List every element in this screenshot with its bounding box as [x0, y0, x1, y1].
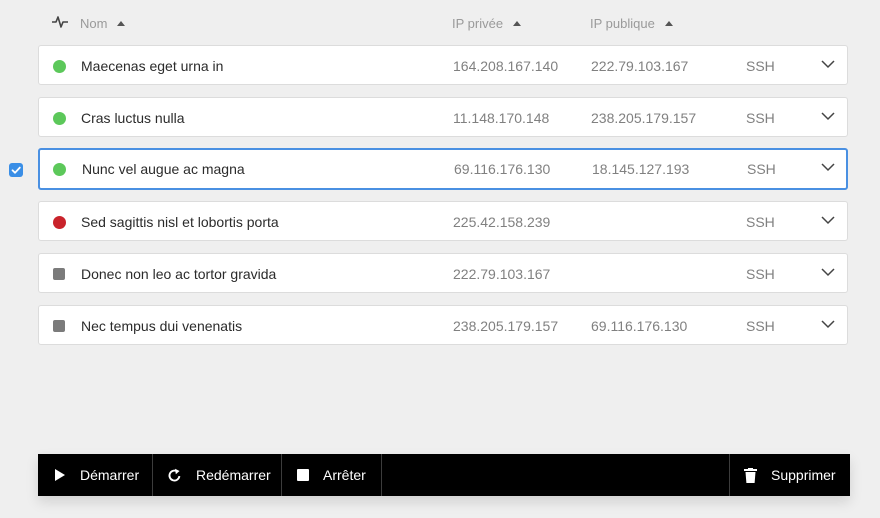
column-header-private-ip-label: IP privée [452, 16, 504, 31]
row-name: Nunc vel augue ac magna [82, 161, 245, 177]
stop-button-label: Arrêter [323, 467, 366, 483]
toolbar-divider [281, 454, 282, 496]
toolbar-divider [381, 454, 382, 496]
column-header-name-label: Nom [80, 16, 108, 31]
chevron-down-icon[interactable] [821, 162, 835, 172]
activity-icon [52, 16, 68, 28]
table-row[interactable]: Donec non leo ac tortor gravida 222.79.1… [38, 253, 848, 293]
column-header-name[interactable]: Nom [80, 16, 126, 31]
row-private-ip: 225.42.158.239 [453, 214, 551, 230]
row-private-ip: 164.208.167.140 [453, 58, 559, 74]
row-name: Maecenas eget urna in [81, 58, 224, 74]
chevron-down-icon[interactable] [821, 319, 835, 329]
row-protocol: SSH [746, 318, 775, 334]
restart-button[interactable]: Redémarrer [167, 454, 271, 496]
chevron-down-icon[interactable] [821, 215, 835, 225]
row-private-ip: 238.205.179.157 [453, 318, 559, 334]
row-private-ip: 11.148.170.148 [453, 110, 550, 126]
sort-arrow-icon [117, 21, 126, 26]
stop-button[interactable]: Arrêter [297, 454, 366, 496]
row-name: Cras luctus nulla [81, 110, 185, 126]
column-header-public-ip[interactable]: IP publique [590, 16, 673, 31]
table-row[interactable]: Sed sagittis nisl et lobortis porta 225.… [38, 201, 848, 241]
table-row[interactable]: Maecenas eget urna in 164.208.167.140 22… [38, 45, 848, 85]
stop-icon [297, 469, 309, 481]
row-protocol: SSH [747, 161, 776, 177]
row-public-ip: 69.116.176.130 [591, 318, 688, 334]
status-stopped-icon [53, 320, 65, 332]
chevron-down-icon[interactable] [821, 59, 835, 69]
chevron-down-icon[interactable] [821, 111, 835, 121]
sort-arrow-icon [513, 21, 522, 26]
row-private-ip: 69.116.176.130 [454, 161, 551, 177]
row-name: Sed sagittis nisl et lobortis porta [81, 214, 279, 230]
delete-button[interactable]: Supprimer [744, 454, 836, 496]
row-name: Nec tempus dui venenatis [81, 318, 243, 334]
row-name: Donec non leo ac tortor gravida [81, 266, 277, 282]
sort-arrow-icon [664, 21, 673, 26]
row-public-ip: 238.205.179.157 [591, 110, 697, 126]
row-private-ip: 222.79.103.167 [453, 266, 551, 282]
play-icon [55, 469, 65, 481]
table-row-selected[interactable]: Nunc vel augue ac magna 69.116.176.130 1… [38, 148, 848, 190]
toolbar-divider [152, 454, 153, 496]
row-protocol: SSH [746, 214, 775, 230]
status-running-icon [53, 112, 66, 125]
row-protocol: SSH [746, 58, 775, 74]
table-header: Nom IP privée IP publique [38, 0, 850, 44]
column-header-private-ip[interactable]: IP privée [452, 16, 522, 31]
row-public-ip: 18.145.127.193 [592, 161, 690, 177]
status-running-icon [53, 163, 66, 176]
checkbox-checked-icon [11, 166, 21, 174]
refresh-icon [168, 468, 181, 481]
action-toolbar: Démarrer Redémarrer Arrêter Supprimer [38, 454, 850, 496]
column-header-public-ip-label: IP publique [590, 16, 655, 31]
table-row[interactable]: Nec tempus dui venenatis 238.205.179.157… [38, 305, 848, 345]
restart-button-label: Redémarrer [196, 467, 271, 483]
start-button[interactable]: Démarrer [54, 454, 139, 496]
status-running-icon [53, 60, 66, 73]
row-protocol: SSH [746, 110, 775, 126]
row-protocol: SSH [746, 266, 775, 282]
toolbar-divider [729, 454, 730, 496]
status-error-icon [53, 216, 66, 229]
row-public-ip: 222.79.103.167 [591, 58, 689, 74]
delete-button-label: Supprimer [771, 467, 836, 483]
table-row[interactable]: Cras luctus nulla 11.148.170.148 238.205… [38, 97, 848, 137]
chevron-down-icon[interactable] [821, 267, 835, 277]
status-stopped-icon [53, 268, 65, 280]
start-button-label: Démarrer [80, 467, 140, 483]
trash-icon [744, 467, 757, 483]
row-select-checkbox[interactable] [9, 163, 23, 177]
